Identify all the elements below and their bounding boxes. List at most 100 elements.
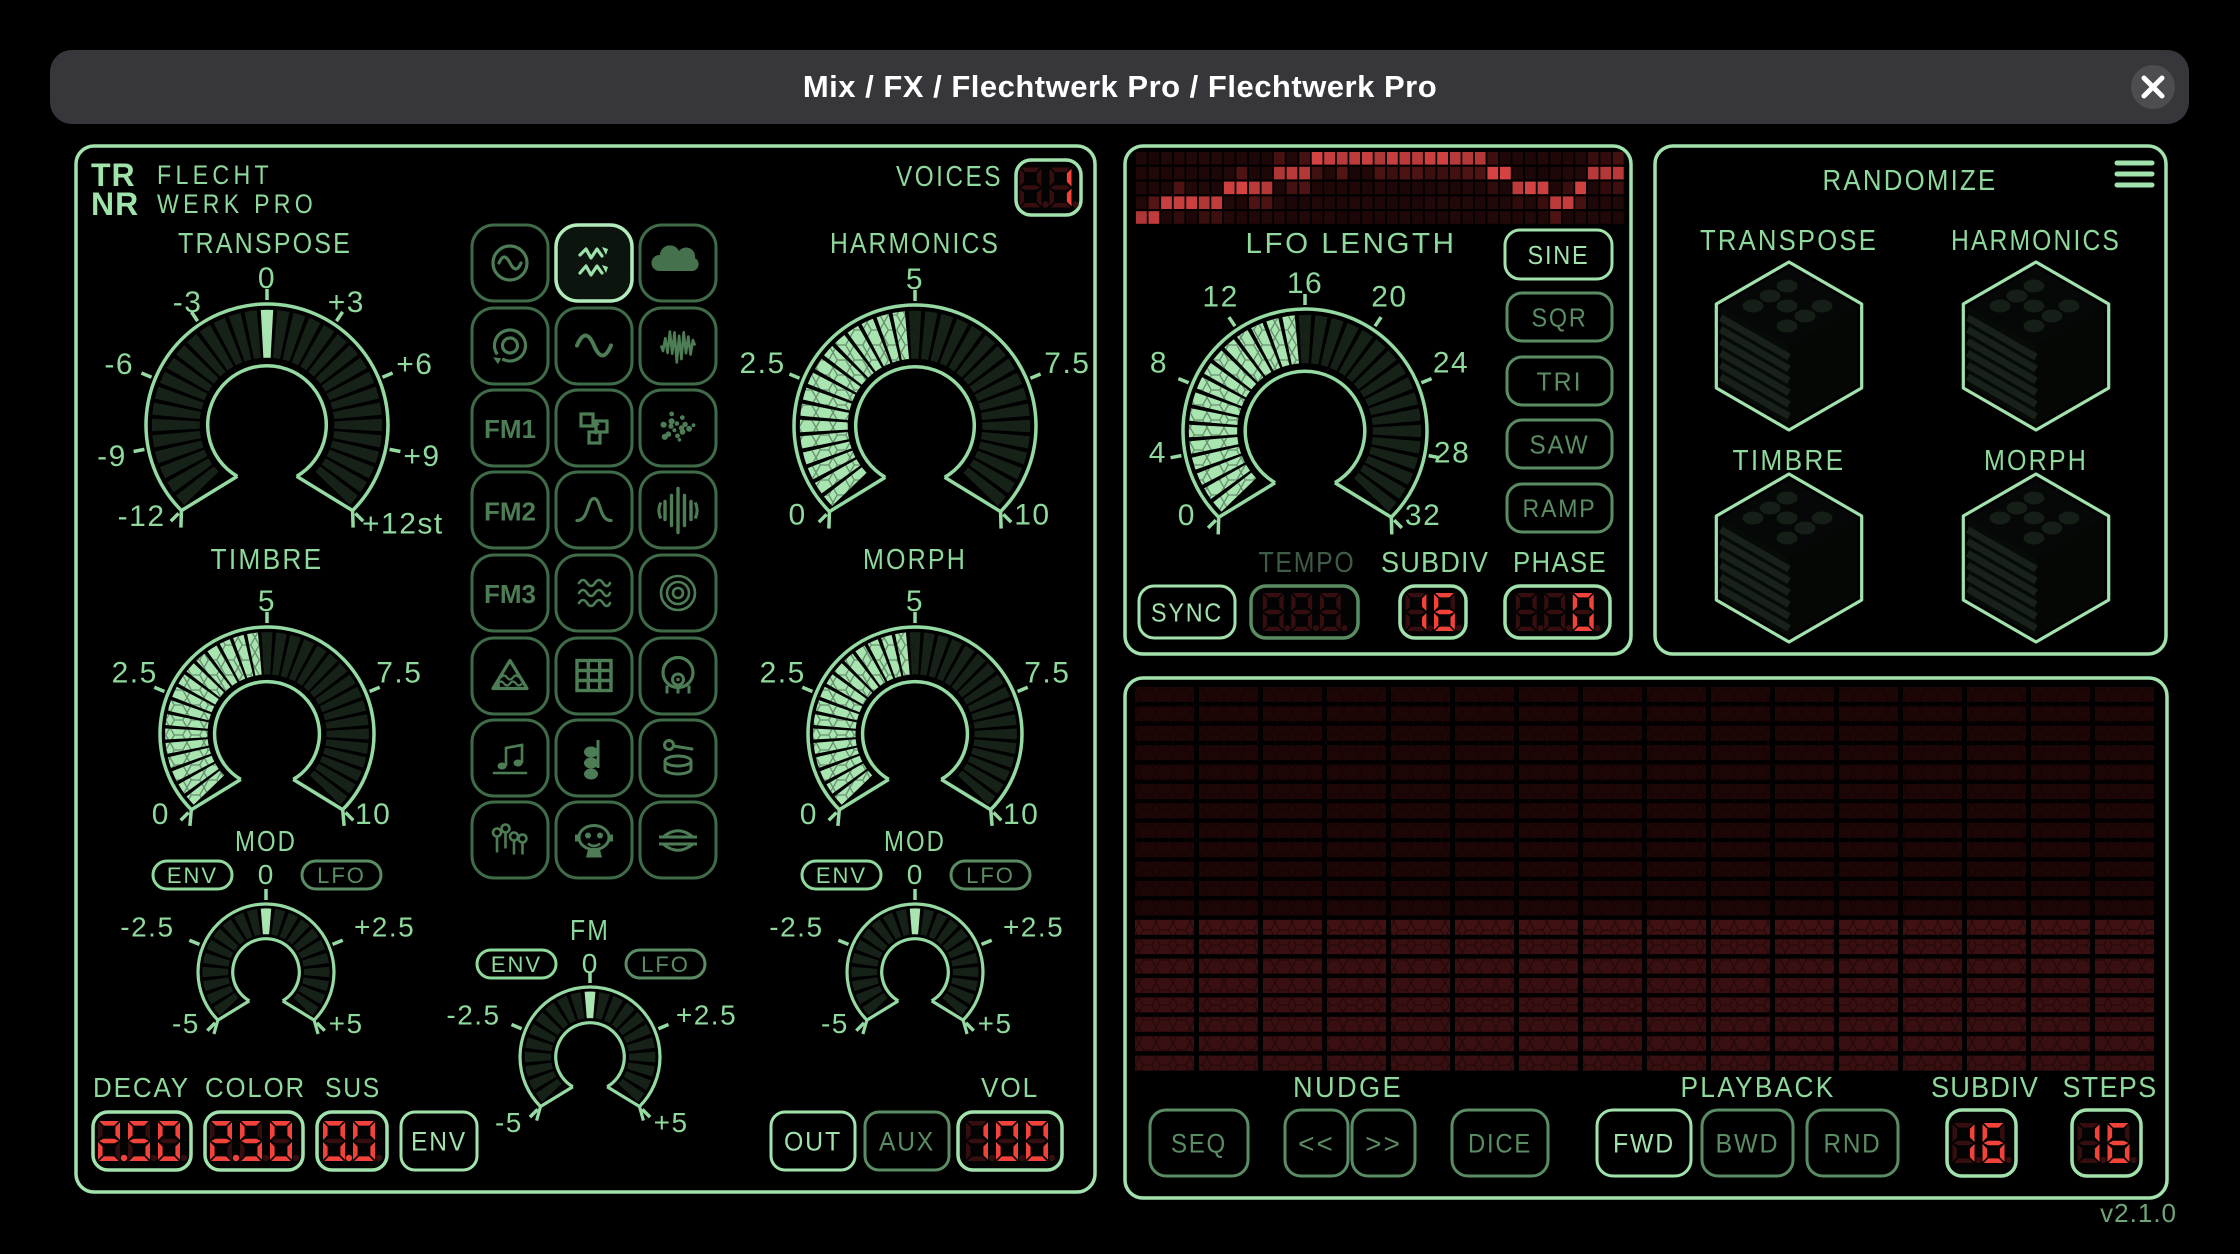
svg-text:0: 0	[258, 262, 276, 295]
svg-text:10: 10	[1003, 798, 1039, 831]
svg-text:FM2: FM2	[484, 497, 536, 527]
svg-text:AUX: AUX	[879, 1127, 935, 1157]
svg-text:+9: +9	[403, 440, 440, 473]
svg-text:5: 5	[906, 263, 924, 296]
svg-text:0: 0	[789, 499, 807, 532]
svg-text:+6: +6	[396, 348, 433, 381]
svg-text:-12: -12	[118, 500, 166, 533]
svg-text:RND: RND	[1824, 1129, 1882, 1159]
svg-text:10: 10	[1014, 499, 1050, 532]
svg-text:+12st: +12st	[362, 508, 444, 541]
svg-text:5: 5	[258, 585, 276, 618]
svg-text:DICE: DICE	[1468, 1129, 1532, 1159]
svg-text:-5: -5	[172, 1008, 200, 1039]
svg-text:7.5: 7.5	[1024, 656, 1070, 689]
svg-text:0: 0	[907, 859, 924, 890]
svg-text:LFO LENGTH: LFO LENGTH	[1246, 228, 1457, 260]
svg-text:RANDOMIZE: RANDOMIZE	[1823, 165, 1998, 197]
svg-text:ENV: ENV	[167, 863, 218, 888]
svg-text:SAW: SAW	[1530, 429, 1590, 459]
svg-text:2.5: 2.5	[760, 656, 806, 689]
svg-text:12: 12	[1202, 281, 1238, 314]
svg-text:-5: -5	[495, 1107, 523, 1138]
svg-text:<<: <<	[1298, 1128, 1335, 1159]
svg-text:NUDGE: NUDGE	[1293, 1072, 1403, 1104]
svg-text:TIMBRE: TIMBRE	[1733, 445, 1846, 477]
svg-text:SEQ: SEQ	[1171, 1129, 1227, 1159]
svg-text:32: 32	[1405, 499, 1441, 532]
svg-text:FM1: FM1	[484, 414, 536, 444]
svg-text:FM3: FM3	[484, 579, 536, 609]
svg-text:Mix / FX / Flechtwerk Pro / Fl: Mix / FX / Flechtwerk Pro / Flechtwerk P…	[803, 69, 1437, 104]
svg-text:SQR: SQR	[1532, 302, 1588, 332]
svg-text:FWD: FWD	[1613, 1129, 1675, 1159]
svg-text:TEMPO: TEMPO	[1259, 547, 1356, 579]
svg-text:ENV: ENV	[491, 952, 542, 977]
svg-text:-6: -6	[104, 348, 134, 381]
svg-text:OUT: OUT	[784, 1127, 842, 1157]
svg-text:HARMONICS: HARMONICS	[830, 228, 1000, 260]
svg-text:-5: -5	[821, 1008, 849, 1039]
svg-text:-2.5: -2.5	[446, 1000, 500, 1031]
svg-text:+5: +5	[654, 1107, 689, 1138]
svg-text:-3: -3	[173, 286, 203, 319]
svg-text:LFO: LFO	[317, 863, 366, 888]
svg-text:-2.5: -2.5	[120, 912, 174, 943]
svg-text:4: 4	[1149, 436, 1167, 469]
svg-text:MOD: MOD	[884, 826, 946, 858]
svg-text:28: 28	[1434, 436, 1470, 469]
svg-text:0: 0	[152, 798, 170, 831]
svg-text:LFO: LFO	[641, 952, 690, 977]
svg-text:+5: +5	[978, 1008, 1013, 1039]
svg-text:ENV: ENV	[411, 1127, 467, 1157]
svg-text:PHASE: PHASE	[1513, 547, 1607, 579]
svg-text:+5: +5	[329, 1008, 364, 1039]
svg-text:7.5: 7.5	[376, 656, 422, 689]
svg-text:SUS: SUS	[325, 1072, 381, 1103]
svg-text:0: 0	[258, 859, 275, 890]
svg-text:SUBDIV: SUBDIV	[1931, 1072, 2039, 1104]
svg-text:SINE: SINE	[1528, 240, 1590, 270]
svg-text:SYNC: SYNC	[1151, 597, 1223, 627]
svg-text:20: 20	[1371, 281, 1407, 314]
svg-text:10: 10	[355, 798, 391, 831]
svg-text:MOD: MOD	[235, 826, 297, 858]
svg-text:NR: NR	[91, 186, 139, 222]
svg-text:MORPH: MORPH	[863, 544, 967, 576]
svg-text:HARMONICS: HARMONICS	[1951, 225, 2121, 257]
svg-text:BWD: BWD	[1716, 1129, 1780, 1159]
svg-text:WERK PRO: WERK PRO	[157, 189, 317, 219]
svg-text:16: 16	[1287, 267, 1323, 300]
svg-text:0: 0	[800, 798, 818, 831]
svg-text:24: 24	[1433, 347, 1469, 380]
svg-text:-2.5: -2.5	[769, 912, 823, 943]
svg-text:+2.5: +2.5	[676, 1000, 737, 1031]
svg-text:8: 8	[1150, 347, 1168, 380]
svg-text:COLOR: COLOR	[205, 1072, 306, 1103]
svg-text:MORPH: MORPH	[1984, 445, 2088, 477]
svg-text:TIMBRE: TIMBRE	[211, 544, 324, 576]
svg-text:SUBDIV: SUBDIV	[1381, 547, 1489, 579]
svg-text:STEPS: STEPS	[2063, 1072, 2158, 1104]
svg-text:VOL: VOL	[981, 1072, 1039, 1103]
svg-text:-9: -9	[97, 440, 127, 473]
svg-text:+2.5: +2.5	[1003, 912, 1064, 943]
svg-text:2.5: 2.5	[739, 347, 785, 380]
svg-text:7.5: 7.5	[1044, 347, 1090, 380]
svg-text:0: 0	[1178, 499, 1196, 532]
svg-text:LFO: LFO	[966, 863, 1015, 888]
svg-text:TRI: TRI	[1537, 366, 1583, 396]
svg-text:5: 5	[906, 585, 924, 618]
svg-text:RAMP: RAMP	[1523, 495, 1597, 523]
svg-text:FLECHT: FLECHT	[157, 160, 273, 190]
svg-text:+3: +3	[328, 286, 365, 319]
svg-text:TRANSPOSE: TRANSPOSE	[178, 228, 352, 260]
svg-text:DECAY: DECAY	[93, 1072, 190, 1103]
svg-text:TRANSPOSE: TRANSPOSE	[1700, 225, 1878, 257]
svg-text:2.5: 2.5	[112, 656, 158, 689]
svg-text:ENV: ENV	[816, 863, 867, 888]
svg-text:PLAYBACK: PLAYBACK	[1681, 1072, 1836, 1104]
svg-text:>>: >>	[1365, 1128, 1402, 1159]
svg-text:FM: FM	[570, 915, 610, 947]
svg-text:v2.1.0: v2.1.0	[2100, 1198, 2177, 1228]
